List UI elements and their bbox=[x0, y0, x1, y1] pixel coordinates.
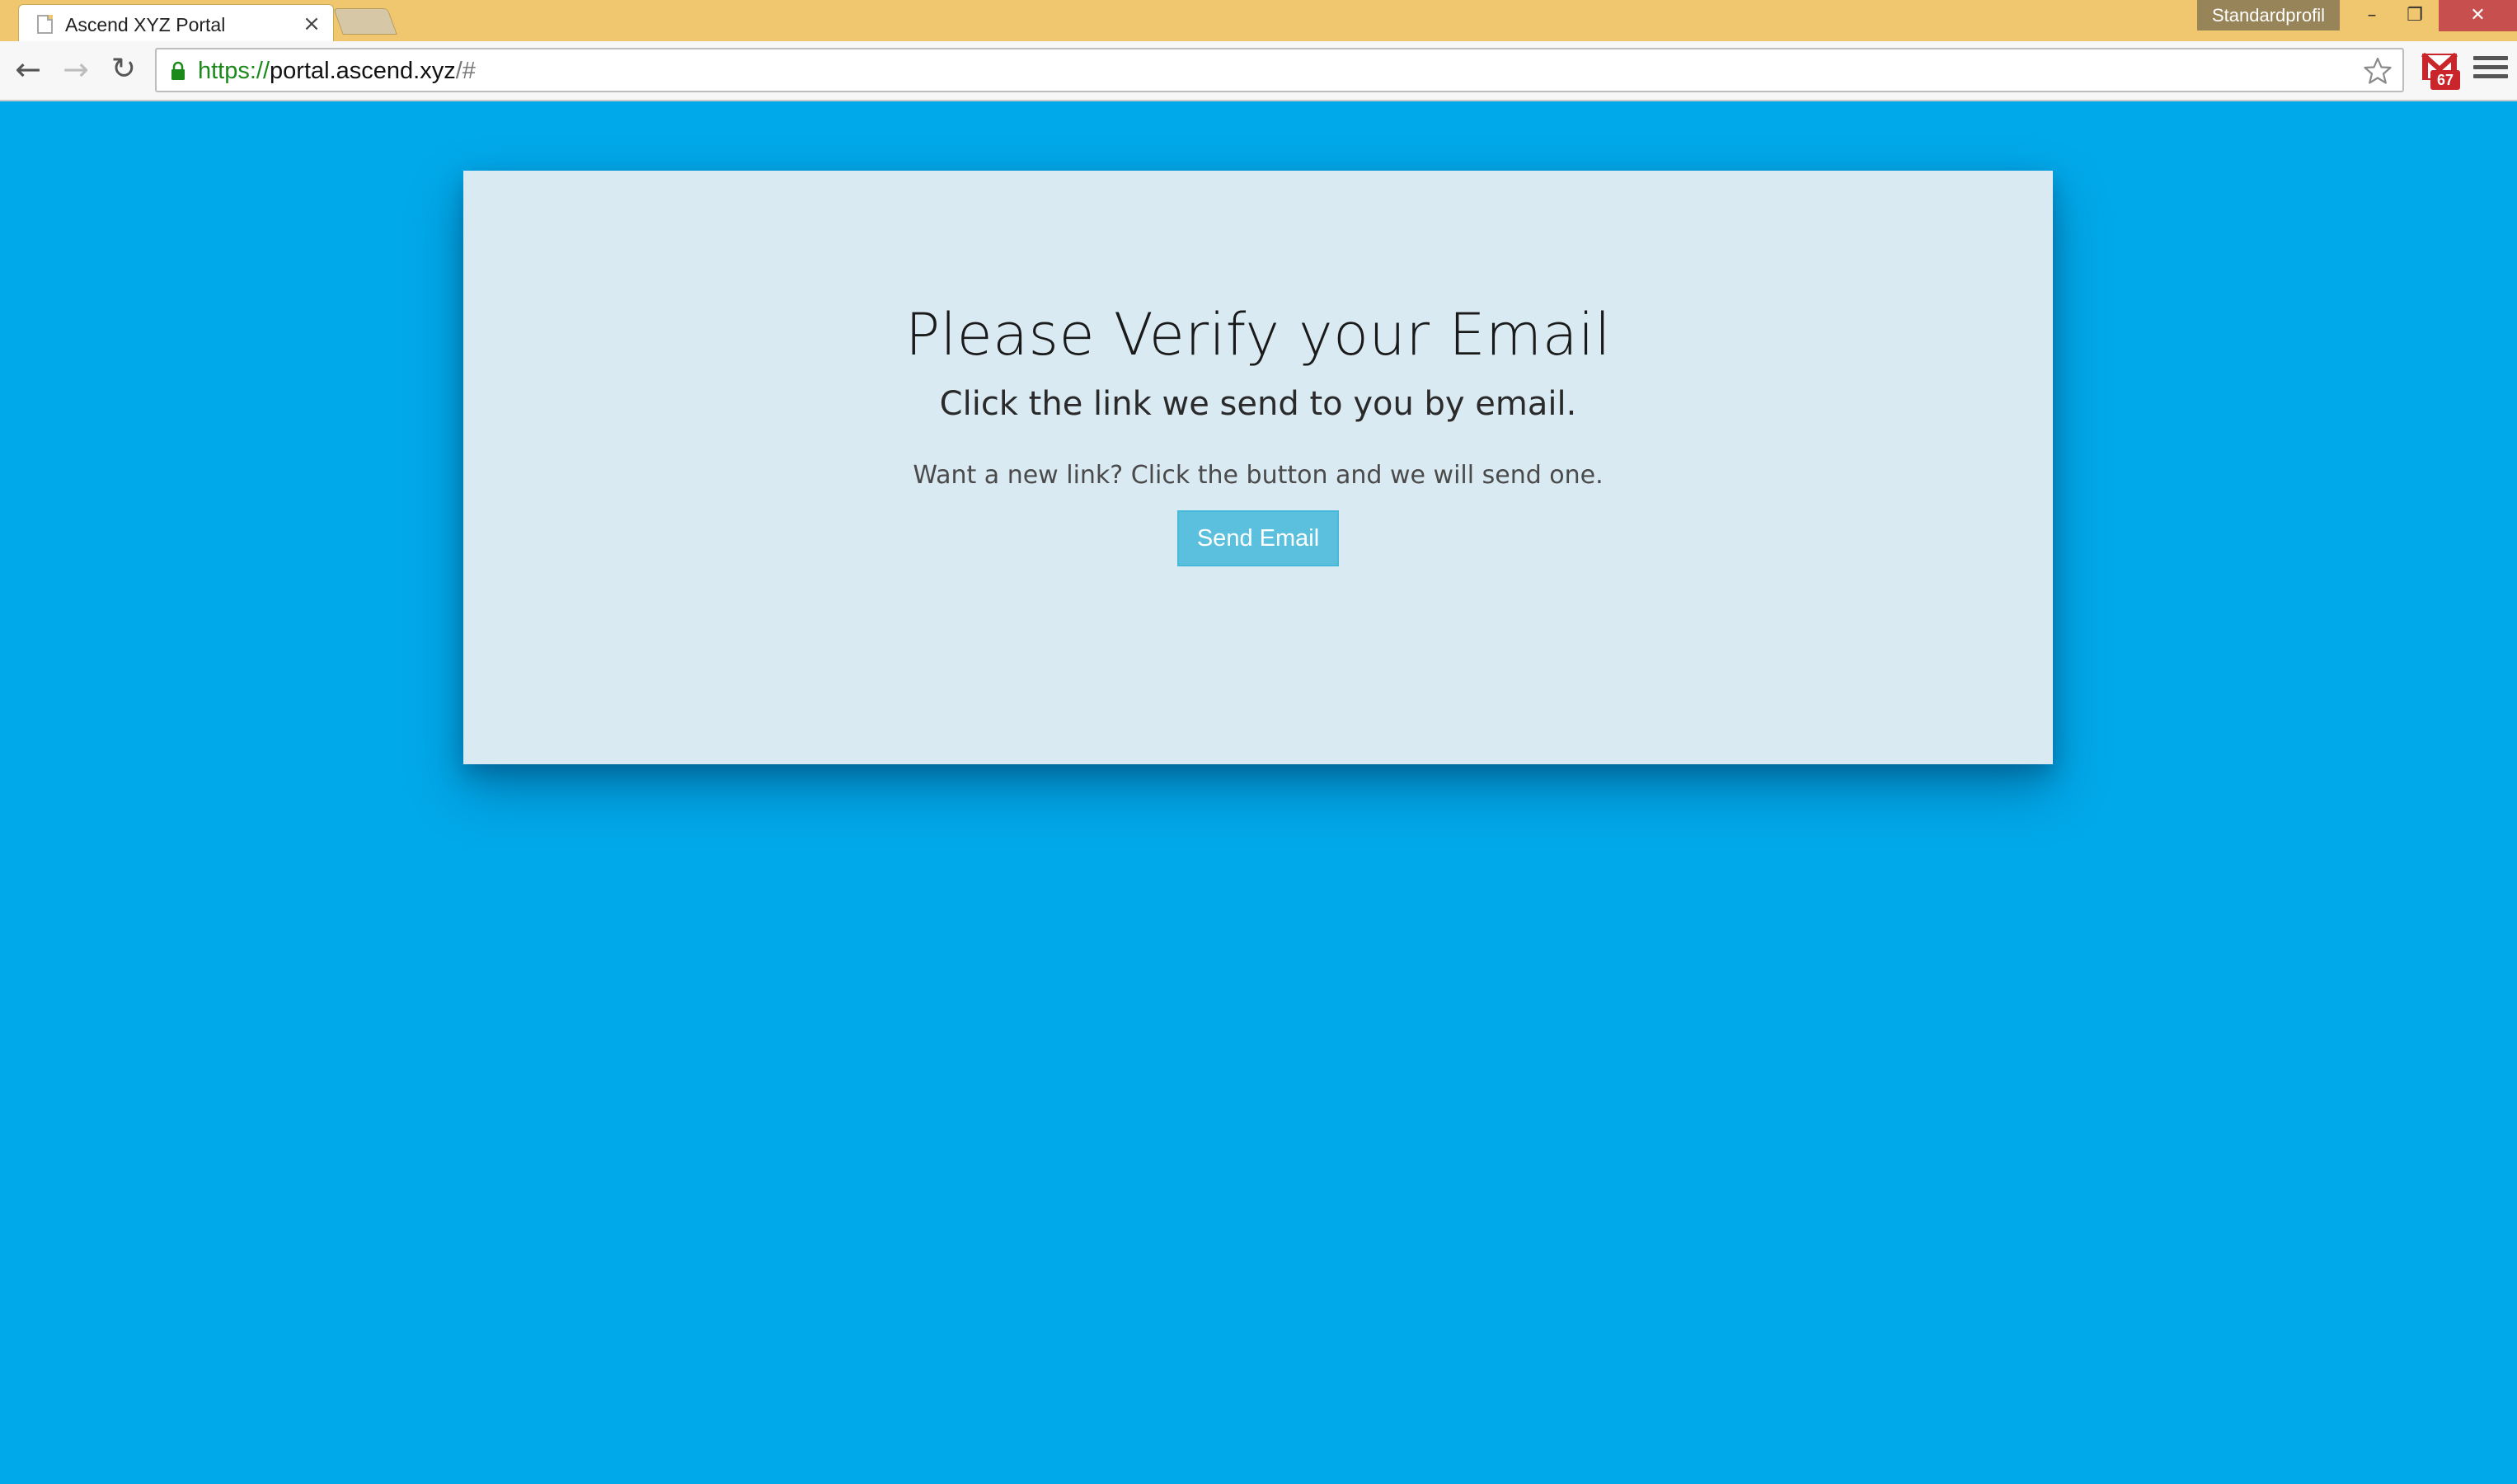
instruction-text: Click the link we send to you by email. bbox=[939, 385, 1577, 423]
page-content: Please Verify your Email Click the link … bbox=[0, 101, 2517, 1484]
resend-prompt-text: Want a new link? Click the button and we… bbox=[913, 461, 1604, 490]
unread-count-badge: 67 bbox=[2430, 70, 2460, 90]
url-scheme: https:// bbox=[198, 58, 270, 84]
reload-icon[interactable]: ↻ bbox=[104, 49, 143, 89]
restore-icon[interactable]: ❐ bbox=[2393, 0, 2437, 31]
new-tab-button[interactable] bbox=[333, 8, 397, 35]
bookmark-star-icon[interactable] bbox=[2363, 56, 2393, 86]
url-host: portal.ascend.xyz bbox=[270, 58, 456, 84]
back-arrow-icon[interactable]: ← bbox=[8, 49, 48, 89]
forward-arrow-icon[interactable]: → bbox=[56, 49, 96, 89]
page-title: Please Verify your Email bbox=[904, 301, 1612, 369]
title-bar: Ascend XYZ Portal × Standardprofil – ❐ ✕ bbox=[0, 0, 2517, 41]
minimize-icon[interactable]: – bbox=[2350, 0, 2394, 31]
window-close-icon[interactable]: ✕ bbox=[2439, 0, 2517, 31]
hamburger-menu-icon[interactable] bbox=[2473, 56, 2508, 86]
url-text[interactable]: https://portal.ascend.xyz/# bbox=[198, 58, 476, 85]
lock-icon bbox=[171, 61, 185, 80]
browser-toolbar: ← → ↻ https://portal.ascend.xyz/# 67 bbox=[0, 41, 2517, 101]
profile-button[interactable]: Standardprofil bbox=[2197, 0, 2340, 31]
browser-tab-active[interactable]: Ascend XYZ Portal × bbox=[18, 4, 334, 41]
tab-close-icon[interactable]: × bbox=[299, 12, 324, 36]
address-bar[interactable]: https://portal.ascend.xyz/# bbox=[155, 48, 2404, 92]
document-icon bbox=[37, 15, 53, 34]
send-email-button[interactable]: Send Email bbox=[1177, 510, 1339, 566]
tab-title: Ascend XYZ Portal bbox=[65, 14, 226, 35]
url-path: /# bbox=[455, 58, 476, 84]
verify-email-card: Please Verify your Email Click the link … bbox=[463, 171, 2053, 764]
browser-window: Ascend XYZ Portal × Standardprofil – ❐ ✕… bbox=[0, 0, 2517, 1484]
